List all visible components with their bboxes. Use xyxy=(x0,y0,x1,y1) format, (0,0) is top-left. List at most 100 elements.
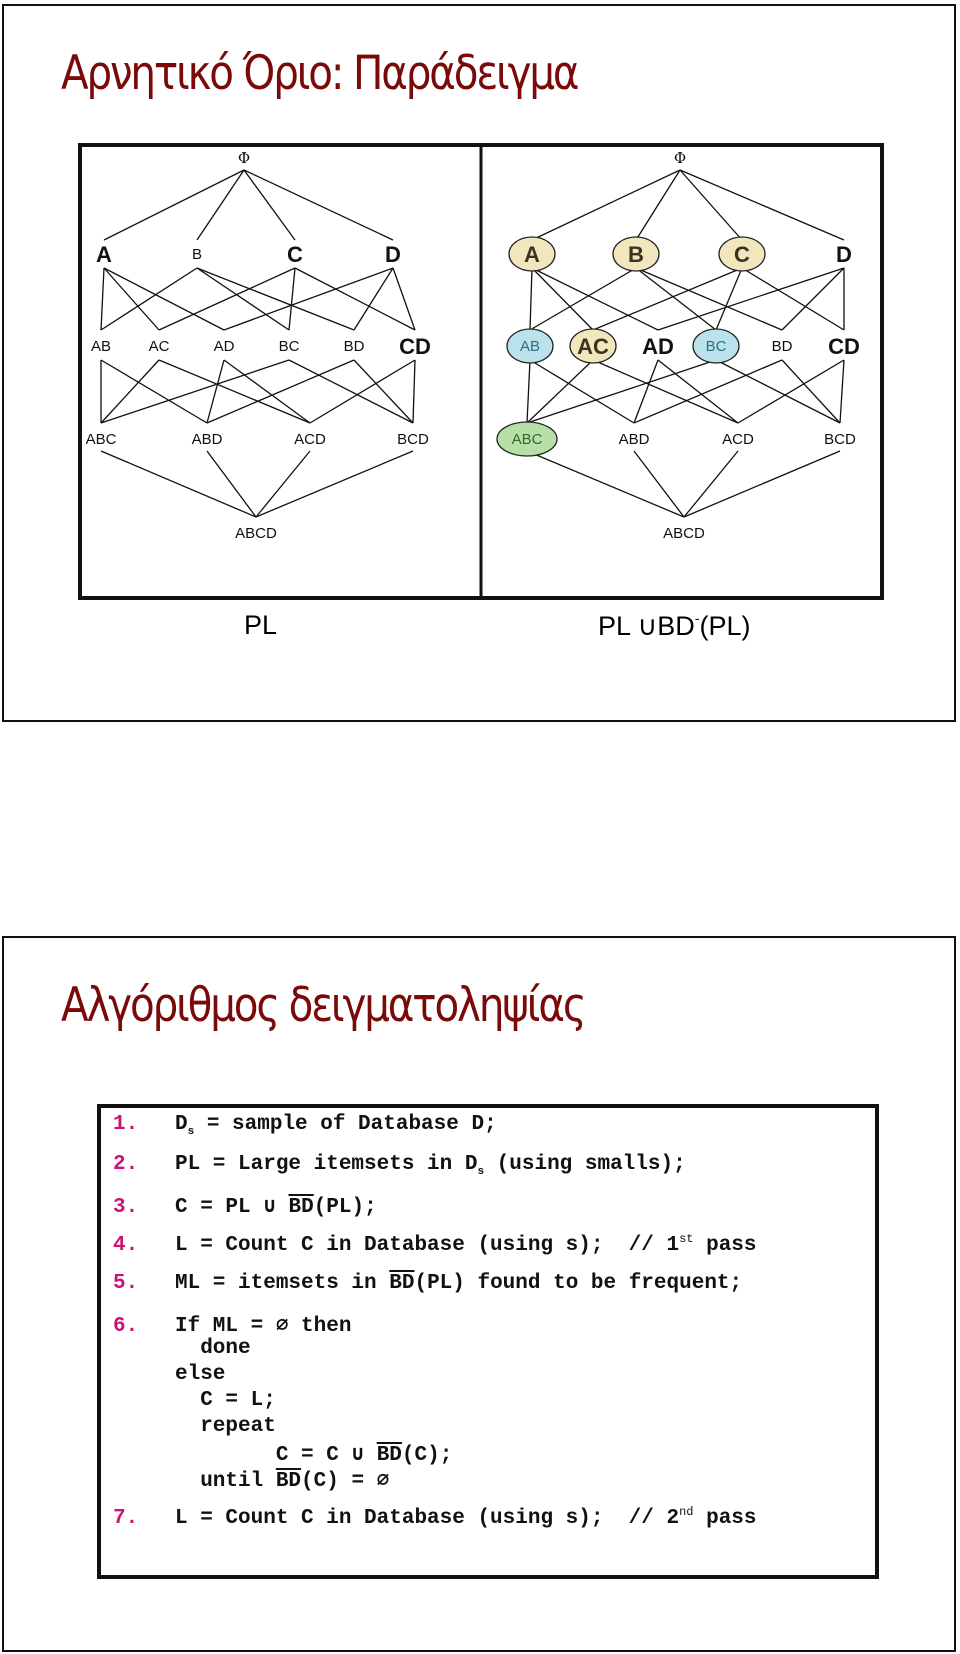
lattice-edge xyxy=(100,359,208,424)
code-line: else xyxy=(113,1363,225,1386)
lattice-edge xyxy=(679,169,743,241)
lattice-edge xyxy=(206,359,355,424)
code-text: nd xyxy=(679,1505,694,1519)
lattice-node-ab: AB xyxy=(91,338,111,355)
lattice-edge xyxy=(196,169,245,241)
lattice-node-cd: CD xyxy=(399,334,431,359)
lattice-node-c: C xyxy=(734,242,750,267)
lattice-edge xyxy=(255,450,311,518)
lattice-edge xyxy=(679,169,845,241)
caption-right-suffix: (PL) xyxy=(699,611,751,641)
code-line: 7. L = Count C in Database (using s); // … xyxy=(113,1505,757,1530)
slide-sampling-algorithm: Αλγόριθμος δειγματοληψίας 1. Ds = sample … xyxy=(2,936,956,1652)
code-text: pass xyxy=(693,1234,757,1257)
lattice-edge xyxy=(635,267,717,331)
lattice-node-ac: AC xyxy=(149,338,170,355)
code-text: else xyxy=(175,1363,226,1386)
lattice-edge xyxy=(255,450,414,518)
code-text: (PL); xyxy=(313,1196,377,1219)
lattice-edge xyxy=(353,267,394,331)
caption-right-prefix: PL ∪BD xyxy=(598,611,695,641)
lattice-edge xyxy=(158,359,311,424)
lattice-edge xyxy=(100,450,257,518)
lattice-edge xyxy=(288,267,296,331)
negative-border-symbol: BD xyxy=(275,1470,302,1493)
line-number: 3. xyxy=(113,1196,139,1219)
code-line: repeat xyxy=(113,1415,276,1438)
lattice-edge xyxy=(531,267,659,331)
lattice-node-ad: AD xyxy=(642,334,674,359)
code-text: L = Count C in Database (using s); // 2 xyxy=(175,1507,680,1530)
lattice-node-abd: ABD xyxy=(192,431,223,448)
code-line: done xyxy=(113,1337,250,1360)
lattice-edge xyxy=(683,450,841,518)
lattice-node-bd: BD xyxy=(772,338,793,355)
caption-right: PL ∪BD-(PL) xyxy=(598,610,750,642)
lattice-edge xyxy=(529,267,533,331)
lattice-node-acd: ACD xyxy=(722,431,754,448)
slide-title: Αλγόριθμος δειγματοληψίας xyxy=(61,978,587,1033)
lattice-node-abcd: ABCD xyxy=(663,525,705,542)
lattice-node-abd: ABD xyxy=(619,431,650,448)
lattice-edge xyxy=(839,359,845,424)
line-number: 7. xyxy=(113,1507,139,1530)
code-line: 1. Ds = sample of Database D; xyxy=(113,1113,497,1138)
lattice-node-d: D xyxy=(836,242,852,267)
lattice-edge xyxy=(633,359,783,424)
lattice-edge xyxy=(526,359,717,424)
line-number: 1. xyxy=(113,1113,139,1136)
lattice-node-abc: ABC xyxy=(86,431,117,448)
lattice-node-bcd: BCD xyxy=(397,431,429,448)
negative-border-symbol: BD xyxy=(389,1272,415,1295)
lattice-edge xyxy=(412,359,416,424)
lattice-edge xyxy=(633,359,659,424)
lattice-node-ad: AD xyxy=(214,338,235,355)
lattice-edge xyxy=(100,267,105,331)
lattice-edge xyxy=(103,267,160,331)
code-line: 6. If ML = ∅ then xyxy=(113,1312,351,1338)
code-text: C = L; xyxy=(175,1389,276,1412)
lattice-edge xyxy=(657,267,845,331)
line-number: 6. xyxy=(113,1315,139,1338)
code-text: (using smalls); xyxy=(484,1153,686,1176)
lattice-edge xyxy=(206,359,225,424)
lattice-node-abc: ABC xyxy=(512,431,543,448)
code-text: D xyxy=(175,1113,188,1136)
code-line: C = L; xyxy=(113,1389,276,1412)
code-text: repeat xyxy=(175,1415,276,1438)
line-number: 5. xyxy=(113,1272,139,1295)
lattice-edge xyxy=(529,359,635,424)
code-text: (C); xyxy=(401,1444,453,1467)
pseudocode-box: 1. Ds = sample of Database D; 2. PL = Large… xyxy=(97,1104,879,1579)
negative-border-symbol: BD xyxy=(376,1444,402,1467)
lattice-node-acd: ACD xyxy=(294,431,326,448)
lattice-edge xyxy=(635,267,783,331)
lattice-panel-pl-union-bd: ΦA B C DAB AC AD BC BD CDABC ABD ACD BCDABCD xyxy=(496,149,860,542)
negative-border-symbol: BD xyxy=(288,1196,314,1219)
code-line: until BD(C) = ∅ xyxy=(113,1467,389,1493)
caption-left: PL xyxy=(244,610,278,640)
code-line: C = C ∪ BD(C); xyxy=(113,1441,453,1467)
code-text: If ML = ∅ then xyxy=(175,1315,352,1338)
lattice-node-empty-set: Φ xyxy=(674,149,686,167)
lattice-node-ac: AC xyxy=(577,334,609,359)
lattice-panel-pl: ΦA B C DAB AC AD BC BD CDABC ABD ACD BCDABCD xyxy=(86,149,431,542)
code-line: 5. ML = itemsets in BD(PL) found to be fr… xyxy=(113,1272,742,1295)
code-text: ML = itemsets in xyxy=(175,1272,390,1295)
code-line: 4. L = Count C in Database (using s); // … xyxy=(113,1232,757,1257)
code-line: 3. C = PL ∪ BD(PL); xyxy=(113,1193,377,1219)
lattice-node-cd: CD xyxy=(828,334,860,359)
code-text: until xyxy=(175,1470,276,1493)
lattice-node-ab: AB xyxy=(520,338,540,355)
lattice-node-bc: BC xyxy=(706,338,727,355)
code-text: (C) = ∅ xyxy=(301,1470,390,1493)
lattice-node-bc: BC xyxy=(279,338,300,355)
code-line: 2. PL = Large itemsets in Ds (using small… xyxy=(113,1153,686,1178)
lattice-edge xyxy=(223,267,394,331)
lattice-edge xyxy=(223,359,311,424)
lattice-edge xyxy=(715,359,841,424)
line-number: 2. xyxy=(113,1153,139,1176)
code-text: PL = Large itemsets in D xyxy=(175,1153,478,1176)
lattice-edge xyxy=(741,267,845,331)
lattice-edge xyxy=(657,359,739,424)
